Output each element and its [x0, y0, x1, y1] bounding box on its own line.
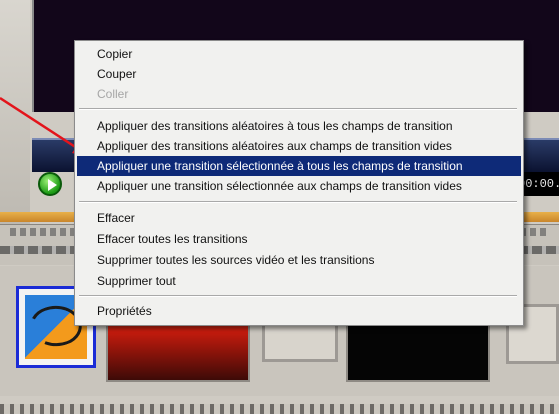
menu-item-selected-empty[interactable]: Appliquer une transition sélectionnée au…: [77, 176, 521, 196]
menu-item-proprietes[interactable]: Propriétés: [77, 301, 521, 321]
menu-item-supprimer-tout[interactable]: Supprimer tout: [77, 271, 521, 291]
menu-item-copier[interactable]: Copier: [77, 44, 521, 64]
menu-item-supprimer-sources[interactable]: Supprimer toutes les sources vidéo et le…: [77, 250, 521, 270]
menu-separator: [79, 108, 517, 110]
menu-item-effacer-transitions[interactable]: Effacer toutes les transitions: [77, 229, 521, 249]
context-menu: Copier Couper Coller Appliquer des trans…: [74, 40, 524, 326]
menu-item-selected-all[interactable]: Appliquer une transition sélectionnée à …: [77, 156, 521, 176]
menu-item-effacer[interactable]: Effacer: [77, 208, 521, 228]
menu-item-random-empty[interactable]: Appliquer des transitions aléatoires aux…: [77, 136, 521, 156]
menu-item-random-all[interactable]: Appliquer des transitions aléatoires à t…: [77, 116, 521, 136]
menu-separator: [79, 295, 517, 297]
menu-separator: [79, 201, 517, 203]
menu-item-coller[interactable]: Coller: [77, 84, 521, 104]
menu-item-couper[interactable]: Couper: [77, 64, 521, 84]
